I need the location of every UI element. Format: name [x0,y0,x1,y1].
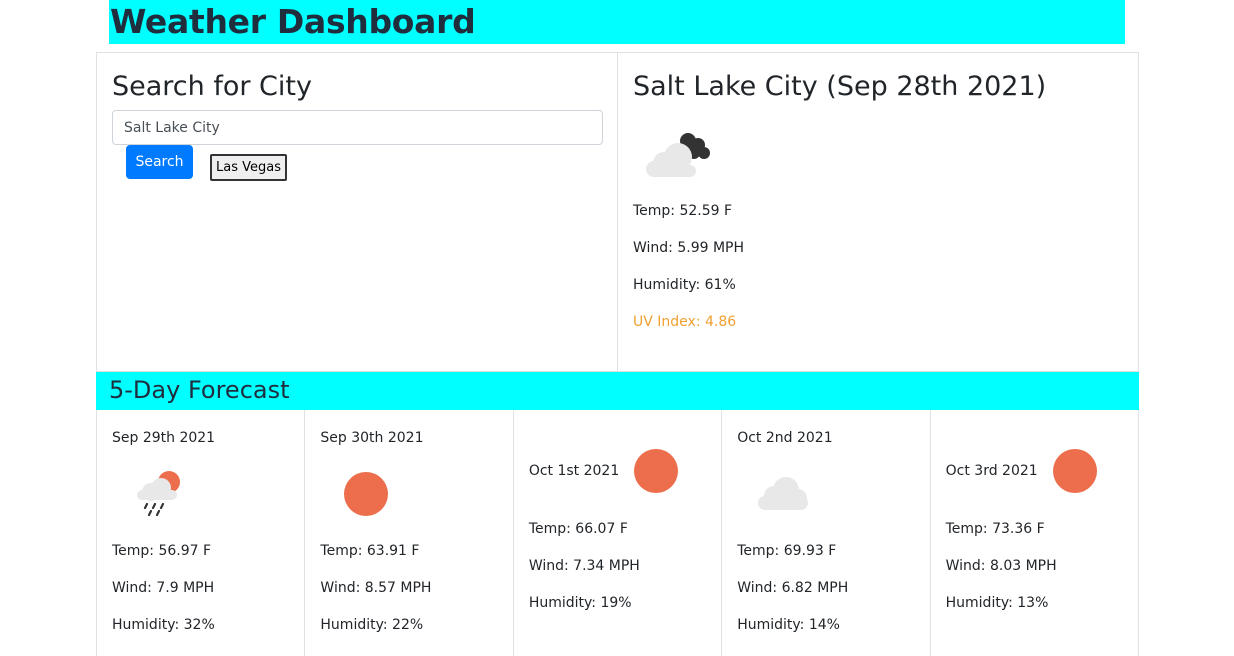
search-button[interactable]: Search [126,145,193,179]
app-header: Weather Dashboard [109,0,1125,44]
forecast-humidity: Humidity: 19% [528,595,632,611]
forecast-card: Oct 2nd 2021 Temp: 69.93 F Wind: 6.82 MP… [722,410,931,656]
forecast-temp: Temp: 63.91 F [320,543,420,559]
partly-cloudy-night-icon [646,133,710,177]
forecast-temp: Temp: 69.93 F [737,543,837,559]
page-title: Weather Dashboard [110,2,476,41]
forecast-date: Oct 2nd 2021 [737,430,833,446]
forecast-temp: Temp: 73.36 F [945,521,1045,537]
forecast-wind: Wind: 8.03 MPH [945,558,1057,574]
forecast-date: Sep 30th 2021 [320,430,424,446]
forecast-card: Sep 30th 2021 Temp: 63.91 F Wind: 8.57 M… [305,410,514,656]
search-panel: Search for City Search Las Vegas [97,53,618,371]
current-uv-index: UV Index: 4.86 [633,314,737,330]
current-city-heading: Salt Lake City (Sep 28th 2021) [633,71,1047,102]
current-wind: Wind: 5.99 MPH [633,240,745,256]
forecast-humidity: Humidity: 14% [737,617,840,633]
cloud-icon [758,477,809,510]
sun-icon [633,449,678,493]
forecast-temp: Temp: 56.97 F [112,543,212,559]
forecast-humidity: Humidity: 22% [320,617,424,633]
city-search-input[interactable] [112,110,603,145]
forecast-wind: Wind: 8.57 MPH [320,580,432,596]
forecast-heading: 5-Day Forecast [109,376,290,404]
current-humidity: Humidity: 61% [633,277,736,293]
forecast-card: Sep 29th 2021 Temp: 56.97 F Wind: 7.9 MP… [97,410,306,656]
forecast-row: Sep 29th 2021 Temp: 56.97 F Wind: 7.9 MP… [96,410,1139,656]
forecast-date: Oct 1st 2021 [528,463,620,479]
history-button-las-vegas[interactable]: Las Vegas [210,154,287,181]
forecast-temp: Temp: 66.07 F [528,521,628,537]
sun-icon [1052,449,1097,493]
forecast-date: Sep 29th 2021 [112,430,216,446]
forecast-card: Oct 1st 2021 Temp: 66.07 F Wind: 7.34 MP… [514,410,723,656]
current-weather-panel: Salt Lake City (Sep 28th 2021) Temp: 52.… [618,53,1138,371]
forecast-card: Oct 3rd 2021 Temp: 73.36 F Wind: 8.03 MP… [931,410,1138,656]
forecast-wind: Wind: 7.9 MPH [112,580,215,596]
top-row: Search for City Search Las Vegas Salt La… [96,52,1139,372]
forecast-date: Oct 3rd 2021 [945,463,1038,479]
sun-icon [344,472,389,516]
rain-sun-icon [137,471,180,517]
forecast-banner: 5-Day Forecast [96,372,1139,410]
forecast-humidity: Humidity: 13% [945,595,1049,611]
forecast-wind: Wind: 6.82 MPH [737,580,849,596]
search-heading: Search for City [112,71,312,102]
forecast-humidity: Humidity: 32% [112,617,215,633]
forecast-wind: Wind: 7.34 MPH [528,558,640,574]
current-temp: Temp: 52.59 F [633,203,733,219]
